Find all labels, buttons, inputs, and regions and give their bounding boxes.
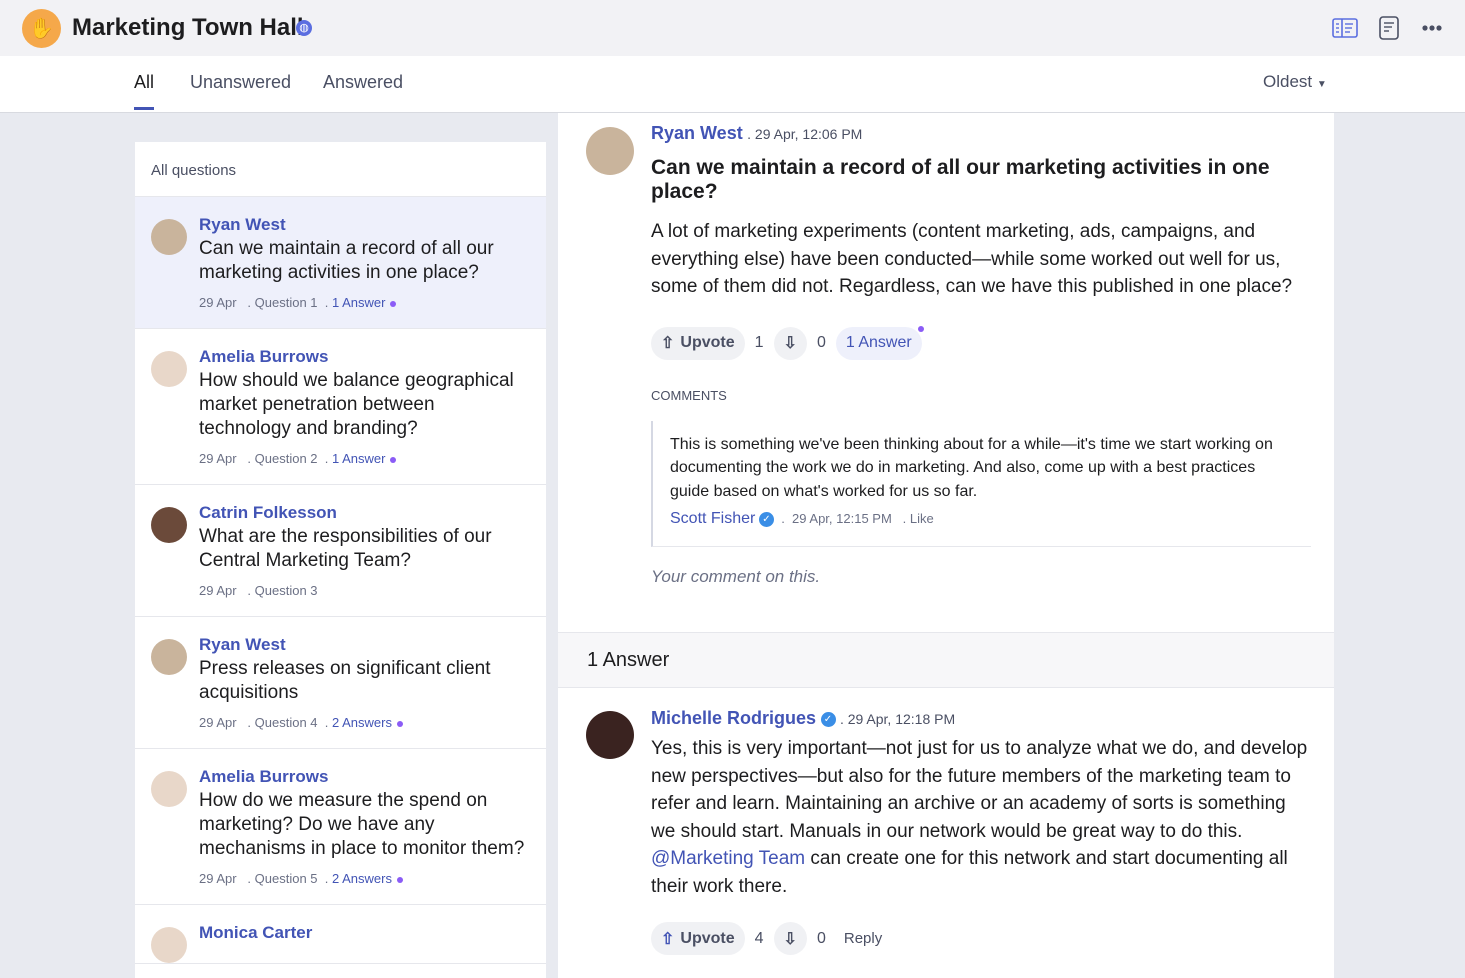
question-date: 29 Apr	[199, 583, 237, 598]
reply-button[interactable]: Reply	[844, 930, 882, 947]
arrow-up-icon: ⇧	[661, 930, 675, 948]
avatar	[151, 219, 187, 255]
question-date: 29 Apr	[199, 871, 237, 886]
questions-list: All questions Ryan West Can we maintain …	[135, 142, 546, 978]
arrow-down-icon: ⇩	[783, 930, 797, 948]
question-date: 29 Apr	[199, 715, 237, 730]
question-body: A lot of marketing experiments (content …	[651, 221, 1293, 297]
question-text: What are the responsibilities of our Cen…	[199, 526, 492, 571]
downvote-button[interactable]: ⇩	[773, 922, 807, 955]
avatar	[151, 771, 187, 807]
list-heading: All questions	[135, 142, 546, 197]
app-header: ✋ Marketing Town Hall ◍	[0, 0, 1465, 56]
unread-dot	[390, 456, 397, 463]
arrow-down-icon: ⇩	[783, 335, 797, 352]
author-name[interactable]: Ryan West	[199, 635, 530, 655]
question-list-item[interactable]: Catrin Folkesson What are the responsibi…	[135, 485, 546, 617]
question-list-item[interactable]: Amelia Burrows How do we measure the spe…	[135, 749, 546, 905]
author-name[interactable]: Ryan West	[199, 215, 530, 235]
downvote-button[interactable]: ⇩	[773, 326, 807, 360]
avatar	[586, 127, 634, 175]
answers-heading: 1 Answer	[558, 632, 1334, 688]
answer-text: Yes, this is very important—not just for…	[651, 738, 1308, 842]
comment-input[interactable]: Your comment on this.	[651, 567, 1311, 587]
author-name[interactable]: Monica Carter	[199, 923, 530, 943]
answer-count[interactable]: 1 Answer	[332, 451, 385, 466]
answer-count[interactable]: 2 Answers	[332, 715, 392, 730]
question-list-item[interactable]: Ryan West Can we maintain a record of al…	[135, 197, 546, 329]
upvote-button[interactable]: ⇧ Upvote	[651, 326, 745, 360]
question-date: 29 Apr	[199, 295, 237, 310]
verified-icon: ✓	[820, 712, 836, 728]
author-name[interactable]: Catrin Folkesson	[199, 503, 530, 523]
question-number: Question 3	[254, 583, 318, 598]
timestamp: . 29 Apr, 12:18 PM	[839, 711, 956, 727]
globe-icon: ◍	[296, 20, 312, 36]
arrow-up-icon: ⇧	[661, 335, 675, 352]
answers-button[interactable]: 1 Answer	[835, 325, 924, 360]
question-date: 29 Apr	[199, 451, 237, 466]
upvote-count: 4	[754, 929, 764, 947]
author-name[interactable]: Amelia Burrows	[199, 347, 530, 367]
comment-author[interactable]: Scott Fisher	[670, 510, 755, 527]
author-name[interactable]: Amelia Burrows	[199, 767, 530, 787]
filter-tabs: All Unanswered Answered Oldest ▼	[0, 56, 1465, 113]
answer-count[interactable]: 1 Answer	[332, 295, 385, 310]
question-detail: Ryan West . 29 Apr, 12:06 PM Can we main…	[558, 113, 1334, 978]
avatar	[151, 351, 187, 387]
upvote-button[interactable]: ⇧ Upvote	[651, 922, 745, 955]
unread-dot	[917, 325, 924, 332]
more-icon[interactable]	[1420, 16, 1446, 40]
timestamp: . 29 Apr, 12:06 PM	[747, 126, 863, 142]
author-name[interactable]: Ryan West	[651, 123, 743, 143]
question-list-item[interactable]: Ryan West Press releases on significant …	[135, 617, 546, 749]
unread-dot	[390, 300, 397, 307]
unread-dot	[396, 720, 403, 727]
verified-icon: ✓	[758, 512, 774, 528]
comment: This is something we've been thinking ab…	[651, 420, 1311, 547]
downvote-count: 0	[816, 929, 826, 947]
avatar	[151, 507, 187, 543]
question-number: Question 4	[254, 715, 318, 730]
tab-answered[interactable]: Answered	[323, 72, 403, 93]
comment-time: 29 Apr, 12:15 PM	[792, 511, 892, 526]
comments-label: COMMENTS	[651, 387, 727, 403]
question-number: Question 1	[254, 295, 318, 310]
question-list-item[interactable]: Amelia Burrows How should we balance geo…	[135, 329, 546, 485]
author-name[interactable]: Michelle Rodrigues	[651, 708, 816, 728]
downvote-count: 0	[816, 334, 826, 351]
like-button[interactable]: Like	[910, 511, 934, 526]
mention-link[interactable]: @Marketing Team	[651, 848, 805, 869]
answers-label: 1 Answer	[845, 334, 912, 351]
hand-logo-icon: ✋	[22, 9, 61, 48]
page-title: Marketing Town Hall	[72, 14, 304, 41]
question-number: Question 2	[254, 451, 318, 466]
tab-unanswered[interactable]: Unanswered	[190, 72, 291, 93]
split-view-icon[interactable]	[1332, 16, 1358, 40]
unread-dot	[396, 876, 403, 883]
question-number: Question 5	[254, 871, 318, 886]
question-title: Can we maintain a record of all our mark…	[651, 156, 1270, 203]
answer-count[interactable]: 2 Answers	[332, 871, 392, 886]
document-icon[interactable]	[1376, 16, 1402, 40]
question-text: Press releases on significant client acq…	[199, 658, 491, 703]
avatar	[151, 639, 187, 675]
upvote-label: Upvote	[680, 929, 735, 947]
avatar	[151, 927, 187, 963]
caret-down-icon: ▼	[1316, 79, 1327, 90]
sort-label: Oldest	[1263, 72, 1313, 91]
question-list-item[interactable]: Monica Carter	[135, 905, 546, 964]
upvote-label: Upvote	[680, 334, 735, 351]
upvote-count: 1	[754, 334, 764, 351]
question-text: How do we measure the spend on marketing…	[199, 790, 525, 859]
answer-body: Yes, this is very important—not just for…	[651, 735, 1311, 900]
sort-dropdown[interactable]: Oldest ▼	[1263, 72, 1327, 92]
question-text: How should we balance geographical marke…	[199, 370, 514, 439]
avatar	[586, 711, 634, 759]
tab-all[interactable]: All	[134, 72, 155, 110]
question-text: Can we maintain a record of all our mark…	[199, 238, 494, 283]
comment-text: This is something we've been thinking ab…	[670, 435, 1273, 500]
